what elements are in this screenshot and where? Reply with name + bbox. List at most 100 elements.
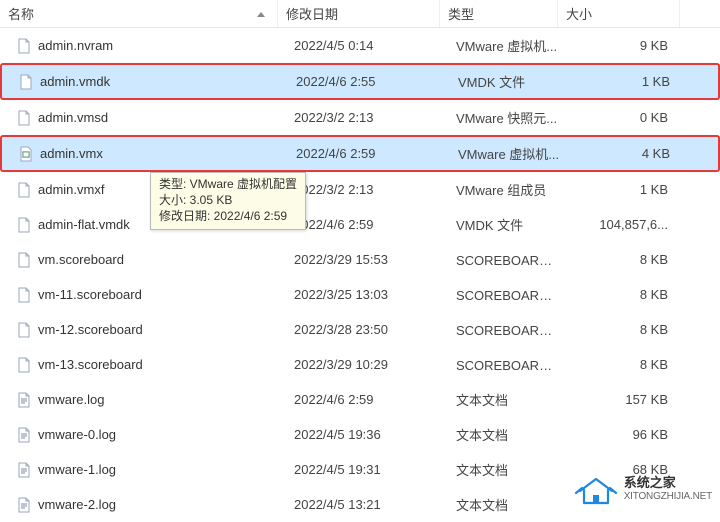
file-list: admin.nvram 2022/4/5 0:14VMware 虚拟机...9 K… [0, 28, 720, 522]
tooltip-size-line: 大小: 3.05 KB [159, 192, 297, 208]
file-name-cell[interactable]: vm-13.scoreboard [8, 357, 286, 373]
file-date-cell: 2022/4/5 19:31 [286, 462, 448, 477]
file-row[interactable]: vm-13.scoreboard 2022/3/29 10:29SCOREBOAR… [0, 347, 720, 382]
file-type-cell: VMDK 文件 [450, 72, 568, 91]
doc-file-icon [16, 357, 32, 373]
file-name-cell[interactable]: vm-12.scoreboard [8, 322, 286, 338]
doc-file-icon [16, 182, 32, 198]
column-header-name-label: 名称 [8, 4, 34, 23]
file-row[interactable]: admin.vmx2022/4/6 2:59VMware 虚拟机...4 KB [0, 135, 720, 172]
column-header-size[interactable]: 大小 [558, 0, 680, 27]
file-size-cell: 8 KB [566, 322, 676, 337]
file-row[interactable]: vmware.log 2022/4/6 2:59文本文档157 KB [0, 382, 720, 417]
file-name-cell[interactable]: vmware-0.log [8, 427, 286, 443]
doc-file-icon [16, 38, 32, 54]
file-name-cell[interactable]: admin.vmx [10, 146, 288, 162]
file-name-label: vm-11.scoreboard [38, 287, 142, 302]
file-size-cell: 4 KB [568, 146, 678, 161]
file-row[interactable]: vm.scoreboard2022/3/29 15:53SCOREBOARD 文… [0, 242, 720, 277]
file-date-cell: 2022/4/6 2:59 [286, 392, 448, 407]
watermark-title: 系统之家 [624, 475, 712, 491]
file-name-label: vmware-2.log [38, 497, 116, 512]
watermark-subtitle: XITONGZHIJIA.NET [624, 491, 712, 503]
doc-file-icon [16, 322, 32, 338]
file-date-cell: 2022/4/6 2:59 [286, 217, 448, 232]
file-type-cell: SCOREBOARD 文... [448, 250, 566, 269]
file-date-cell: 2022/3/29 15:53 [286, 252, 448, 267]
file-name-cell[interactable]: vm-11.scoreboard [8, 287, 286, 303]
file-type-cell: 文本文档 [448, 495, 566, 514]
file-name-label: vm-12.scoreboard [38, 322, 143, 337]
file-type-cell: VMware 组成员 [448, 180, 566, 199]
watermark-text: 系统之家 XITONGZHIJIA.NET [624, 475, 712, 503]
file-row[interactable]: admin.vmdk 2022/4/6 2:55VMDK 文件1 KB [0, 63, 720, 100]
doc-file-icon [16, 252, 32, 268]
column-header-name[interactable]: 名称 [0, 0, 278, 27]
file-name-cell[interactable]: vm.scoreboard [8, 252, 286, 268]
file-size-cell: 96 KB [566, 427, 676, 442]
file-name-label: admin.vmx [40, 146, 103, 161]
file-name-cell[interactable]: vmware-2.log [8, 497, 286, 513]
file-date-cell: 2022/4/6 2:55 [288, 74, 450, 89]
txt-file-icon [16, 392, 32, 408]
file-date-cell: 2022/3/2 2:13 [286, 182, 448, 197]
file-tooltip: 类型: VMware 虚拟机配置 大小: 3.05 KB 修改日期: 2022/… [150, 172, 306, 230]
file-date-cell: 2022/4/6 2:59 [288, 146, 450, 161]
watermark: 系统之家 XITONGZHIJIA.NET [574, 471, 712, 507]
column-header-type[interactable]: 类型 [440, 0, 558, 27]
doc-file-icon [18, 74, 34, 90]
file-row[interactable]: vm-11.scoreboard2022/3/25 13:03SCOREBOAR… [0, 277, 720, 312]
file-row[interactable]: vm-12.scoreboard2022/3/28 23:50SCOREBOAR… [0, 312, 720, 347]
file-type-cell: SCOREBOARD 文... [448, 320, 566, 339]
file-type-cell: VMDK 文件 [448, 215, 566, 234]
file-name-cell[interactable]: admin.vmdk [10, 74, 288, 90]
file-row[interactable]: vmware-0.log2022/4/5 19:36文本文档96 KB [0, 417, 720, 452]
doc-file-icon [16, 217, 32, 233]
file-name-cell[interactable]: vmware.log [8, 392, 286, 408]
file-size-cell: 0 KB [566, 110, 676, 125]
file-size-cell: 157 KB [566, 392, 676, 407]
file-name-label: admin.vmxf [38, 182, 104, 197]
doc-file-icon [16, 110, 32, 126]
column-header-type-label: 类型 [448, 4, 474, 23]
watermark-logo-icon [574, 471, 618, 507]
file-row[interactable]: admin.nvram 2022/4/5 0:14VMware 虚拟机...9 K… [0, 28, 720, 63]
file-name-label: admin.nvram [38, 38, 113, 53]
file-size-cell: 8 KB [566, 252, 676, 267]
file-row[interactable]: admin-flat.vmdk 2022/4/6 2:59VMDK 文件104,8… [0, 207, 720, 242]
file-name-cell[interactable]: vmware-1.log [8, 462, 286, 478]
file-name-cell[interactable]: admin.nvram [8, 38, 286, 54]
file-date-cell: 2022/3/29 10:29 [286, 357, 448, 372]
file-row[interactable]: admin.vmsd2022/3/2 2:13VMware 快照元...0 KB [0, 100, 720, 135]
file-type-cell: 文本文档 [448, 425, 566, 444]
txt-file-icon [16, 427, 32, 443]
file-row[interactable]: admin.vmxf2022/3/2 2:13VMware 组成员1 KB [0, 172, 720, 207]
column-header-row: 名称 修改日期 类型 大小 [0, 0, 720, 28]
file-type-cell: VMware 虚拟机... [448, 36, 566, 55]
column-header-date-label: 修改日期 [286, 4, 338, 23]
column-header-date[interactable]: 修改日期 [278, 0, 440, 27]
file-name-label: vmware.log [38, 392, 104, 407]
file-name-label: admin.vmdk [40, 74, 110, 89]
txt-file-icon [16, 462, 32, 478]
file-size-cell: 1 KB [568, 74, 678, 89]
tooltip-date-line: 修改日期: 2022/4/6 2:59 [159, 208, 297, 224]
file-type-cell: VMware 快照元... [448, 108, 566, 127]
file-name-label: admin.vmsd [38, 110, 108, 125]
file-name-label: vmware-1.log [38, 462, 116, 477]
file-date-cell: 2022/4/5 19:36 [286, 427, 448, 442]
file-type-cell: SCOREBOARD 文... [448, 355, 566, 374]
doc-file-icon [16, 287, 32, 303]
column-header-size-label: 大小 [566, 4, 592, 23]
file-size-cell: 8 KB [566, 287, 676, 302]
file-date-cell: 2022/4/5 0:14 [286, 38, 448, 53]
txt-file-icon [16, 497, 32, 513]
file-type-cell: 文本文档 [448, 460, 566, 479]
file-type-cell: 文本文档 [448, 390, 566, 409]
file-size-cell: 9 KB [566, 38, 676, 53]
file-name-label: admin-flat.vmdk [38, 217, 130, 232]
file-name-label: vm-13.scoreboard [38, 357, 143, 372]
file-name-cell[interactable]: admin.vmsd [8, 110, 286, 126]
file-date-cell: 2022/3/25 13:03 [286, 287, 448, 302]
file-size-cell: 104,857,6... [566, 217, 676, 232]
